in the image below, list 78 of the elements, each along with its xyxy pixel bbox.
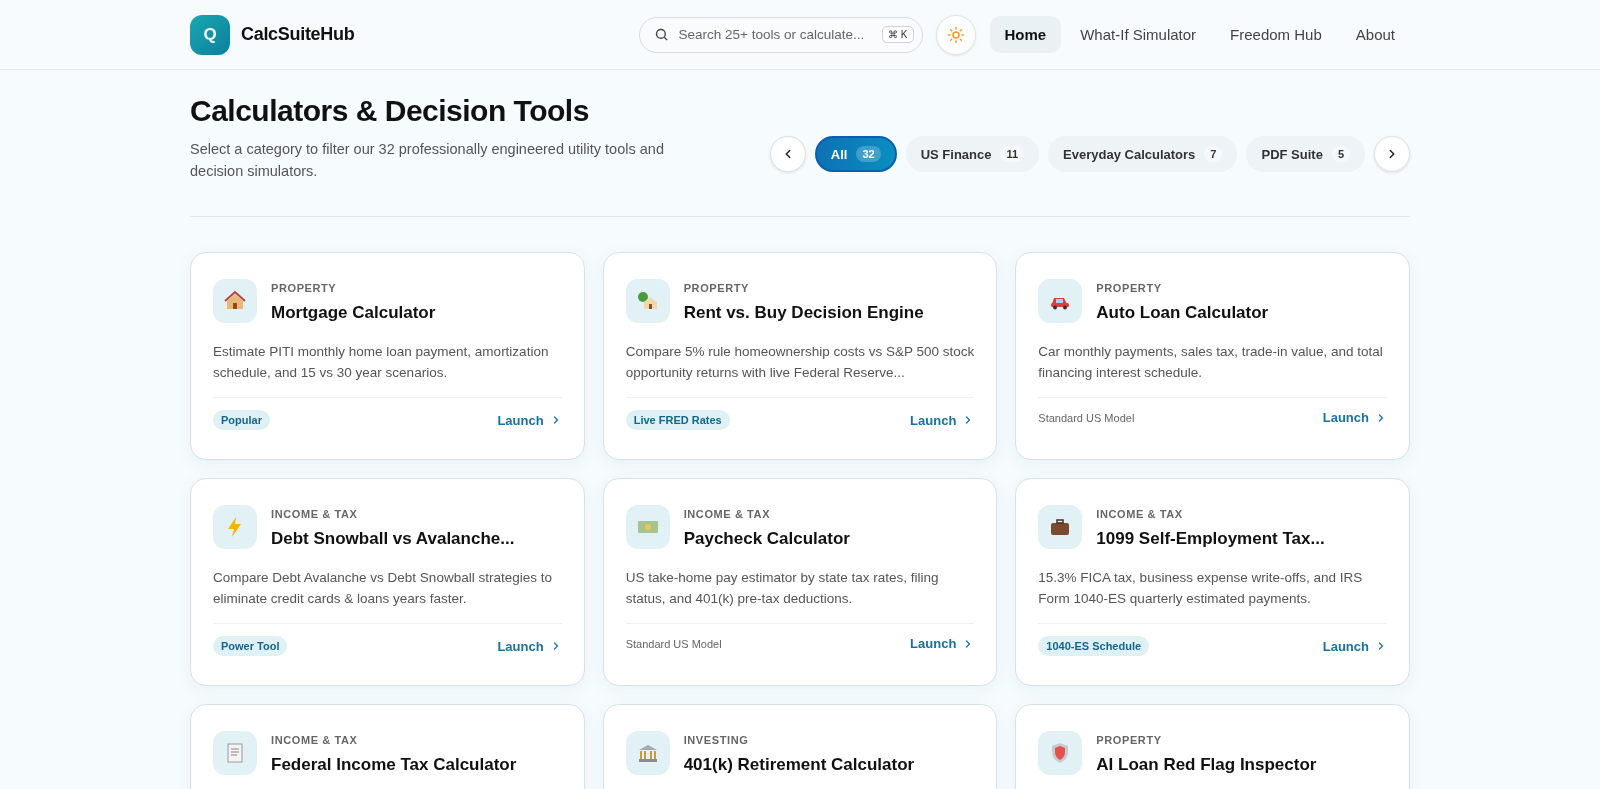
tool-tag: Popular — [213, 410, 270, 430]
tool-note: Standard US Model — [1038, 411, 1135, 424]
tool-description: Car monthly payments, sales tax, trade-in value, and total financing interest schedule. — [1038, 343, 1384, 382]
logo[interactable]: Q — [190, 14, 230, 55]
launch-link[interactable]: Launch — [910, 636, 975, 651]
category-count: 11 — [1000, 146, 1025, 162]
tool-category: PROPERTY — [1096, 282, 1163, 294]
nav-link[interactable]: Freedom Hub — [1215, 16, 1337, 53]
launch-link[interactable]: Launch — [1322, 638, 1387, 654]
tool-description: 15.3% FICA tax, business expense write-offs, and IRS Form 1040-ES quarterly estimated payments. — [1038, 569, 1364, 608]
sun-icon — [946, 25, 965, 44]
tool-category: PROPERTY — [271, 282, 338, 294]
search-field[interactable]: Search 25+ tools or calculate... ⌘ K — [638, 16, 923, 53]
tool-category: INVESTING — [683, 734, 750, 746]
tool-note: Standard US Model — [625, 637, 722, 650]
tool-description: Estimate PITI monthly home loan payment, amortization schedule, and 15 vs 30 year scenarios. — [213, 343, 550, 382]
banknote-icon — [637, 521, 658, 533]
launch-link[interactable]: Launch — [1322, 410, 1387, 425]
shortcut-hint: ⌘ K — [882, 26, 914, 43]
category-filter[interactable]: All 32 — [814, 136, 897, 172]
tool-card[interactable]: INCOME & TAX Debt Snowball vs Avalanche... Compare Debt Avalanche vs Debt Snowball strategies to eliminate credit cards & loans years faster. Power Tool Launch — [190, 478, 585, 686]
launch-link[interactable]: Launch — [497, 412, 562, 428]
tool-title: Debt Snowball vs Avalanche... — [271, 529, 515, 549]
tool-card[interactable]: INCOME & TAX Federal Income Tax Calculator — [190, 704, 585, 789]
tool-title: Federal Income Tax Calculator — [271, 755, 517, 775]
tool-card[interactable]: PROPERTY Rent vs. Buy Decision Engine Compare 5% rule homeownership costs vs S&P 500 stock opportunity returns with live Federal Reserve... Live FRED Rates Launch — [602, 252, 998, 460]
tool-category: INCOME & TAX — [683, 508, 772, 520]
theme-toggle-button[interactable] — [935, 14, 976, 55]
tool-card[interactable]: PROPERTY AI Loan Red Flag Inspector — [1015, 704, 1410, 789]
launch-link[interactable]: Launch — [910, 412, 975, 428]
tool-title: Paycheck Calculator — [683, 529, 850, 549]
tool-title: Rent vs. Buy Decision Engine — [683, 303, 924, 323]
tool-category: INCOME & TAX — [1096, 508, 1184, 520]
tool-card[interactable]: INCOME & TAX Paycheck Calculator US take-home pay estimator by state tax rates, filing status, and 401(k) pre-tax deductions. Standard US Model Launch — [602, 478, 998, 686]
tool-card[interactable]: PROPERTY Mortgage Calculator Estimate PITI monthly home loan payment, amortization schedule, and 15 vs 30 year scenarios. Popular Launch — [190, 252, 585, 460]
house-icon — [637, 292, 657, 309]
briefcase-icon — [1051, 519, 1070, 535]
tool-tag: 1040-ES Schedule — [1038, 636, 1150, 656]
brand-name: CalcSuiteHub — [241, 24, 355, 45]
tool-title: Mortgage Calculator — [271, 303, 436, 323]
tool-category: INCOME & TAX — [271, 734, 359, 746]
tool-category: PROPERTY — [1096, 734, 1163, 746]
tool-title: 1099 Self-Employment Tax... — [1096, 529, 1325, 549]
launch-link[interactable]: Launch — [497, 638, 562, 654]
tool-card[interactable]: INCOME & TAX 1099 Self-Employment Tax... 15.3% FICA tax, business expense write-offs, and IRS Form 1040-ES quarterly estimated payments. 1040-ES Schedule Launch — [1015, 478, 1410, 686]
category-filter[interactable]: Everyday Calculators 7 — [1048, 136, 1238, 172]
tool-category: PROPERTY — [683, 282, 750, 294]
bank-icon — [638, 745, 657, 762]
nav-link[interactable]: What-If Simulator — [1065, 16, 1212, 53]
category-filter[interactable]: PDF Suite 5 — [1246, 136, 1365, 172]
page-title: Calculators & Decision Tools — [190, 94, 590, 128]
tool-description: US take-home pay estimator by state tax rates, filing status, and 401(k) pre-tax deductions. — [625, 569, 940, 608]
lightning-icon — [228, 517, 241, 537]
tool-tag: Power Tool — [213, 636, 288, 656]
nav-link[interactable]: Home — [989, 16, 1062, 53]
tool-description: Compare 5% rule homeownership costs vs S&P 500 stock opportunity returns with live Federal Reserve... — [625, 343, 975, 382]
tool-title: AI Loan Red Flag Inspector — [1096, 755, 1317, 775]
tool-title: Auto Loan Calculator — [1096, 303, 1269, 323]
category-filter[interactable]: US Finance 11 — [905, 136, 1040, 172]
house-icon — [224, 290, 246, 309]
tool-card[interactable]: PROPERTY Auto Loan Calculator Car monthly payments, sales tax, trade-in value, and total financing interest schedule. Standard US Model Launch — [1015, 252, 1410, 460]
tool-title: 401(k) Retirement Calculator — [683, 755, 915, 775]
category-count: 32 — [856, 146, 881, 162]
category-count: 5 — [1331, 146, 1350, 162]
receipt-icon — [227, 743, 243, 763]
search-icon — [653, 27, 669, 42]
scroll-right-button[interactable] — [1374, 136, 1410, 172]
car-icon — [1051, 298, 1070, 310]
scroll-left-button[interactable] — [769, 136, 806, 172]
tool-card[interactable]: INVESTING 401(k) Retirement Calculator — [602, 704, 998, 789]
search-input[interactable]: Search 25+ tools or calculate... — [676, 26, 875, 43]
nav-link[interactable]: About — [1340, 16, 1410, 53]
page-subtitle: Select a category to filter our 32 professionally engineered utility tools and decision simulators. — [190, 140, 665, 181]
tool-tag: Live FRED Rates — [625, 410, 730, 430]
tool-category: INCOME & TAX — [271, 508, 359, 520]
shield-icon — [1052, 743, 1069, 763]
tool-description: Compare Debt Avalanche vs Debt Snowball strategies to eliminate credit cards & loans years faster. — [213, 569, 553, 608]
category-count: 7 — [1204, 146, 1223, 162]
